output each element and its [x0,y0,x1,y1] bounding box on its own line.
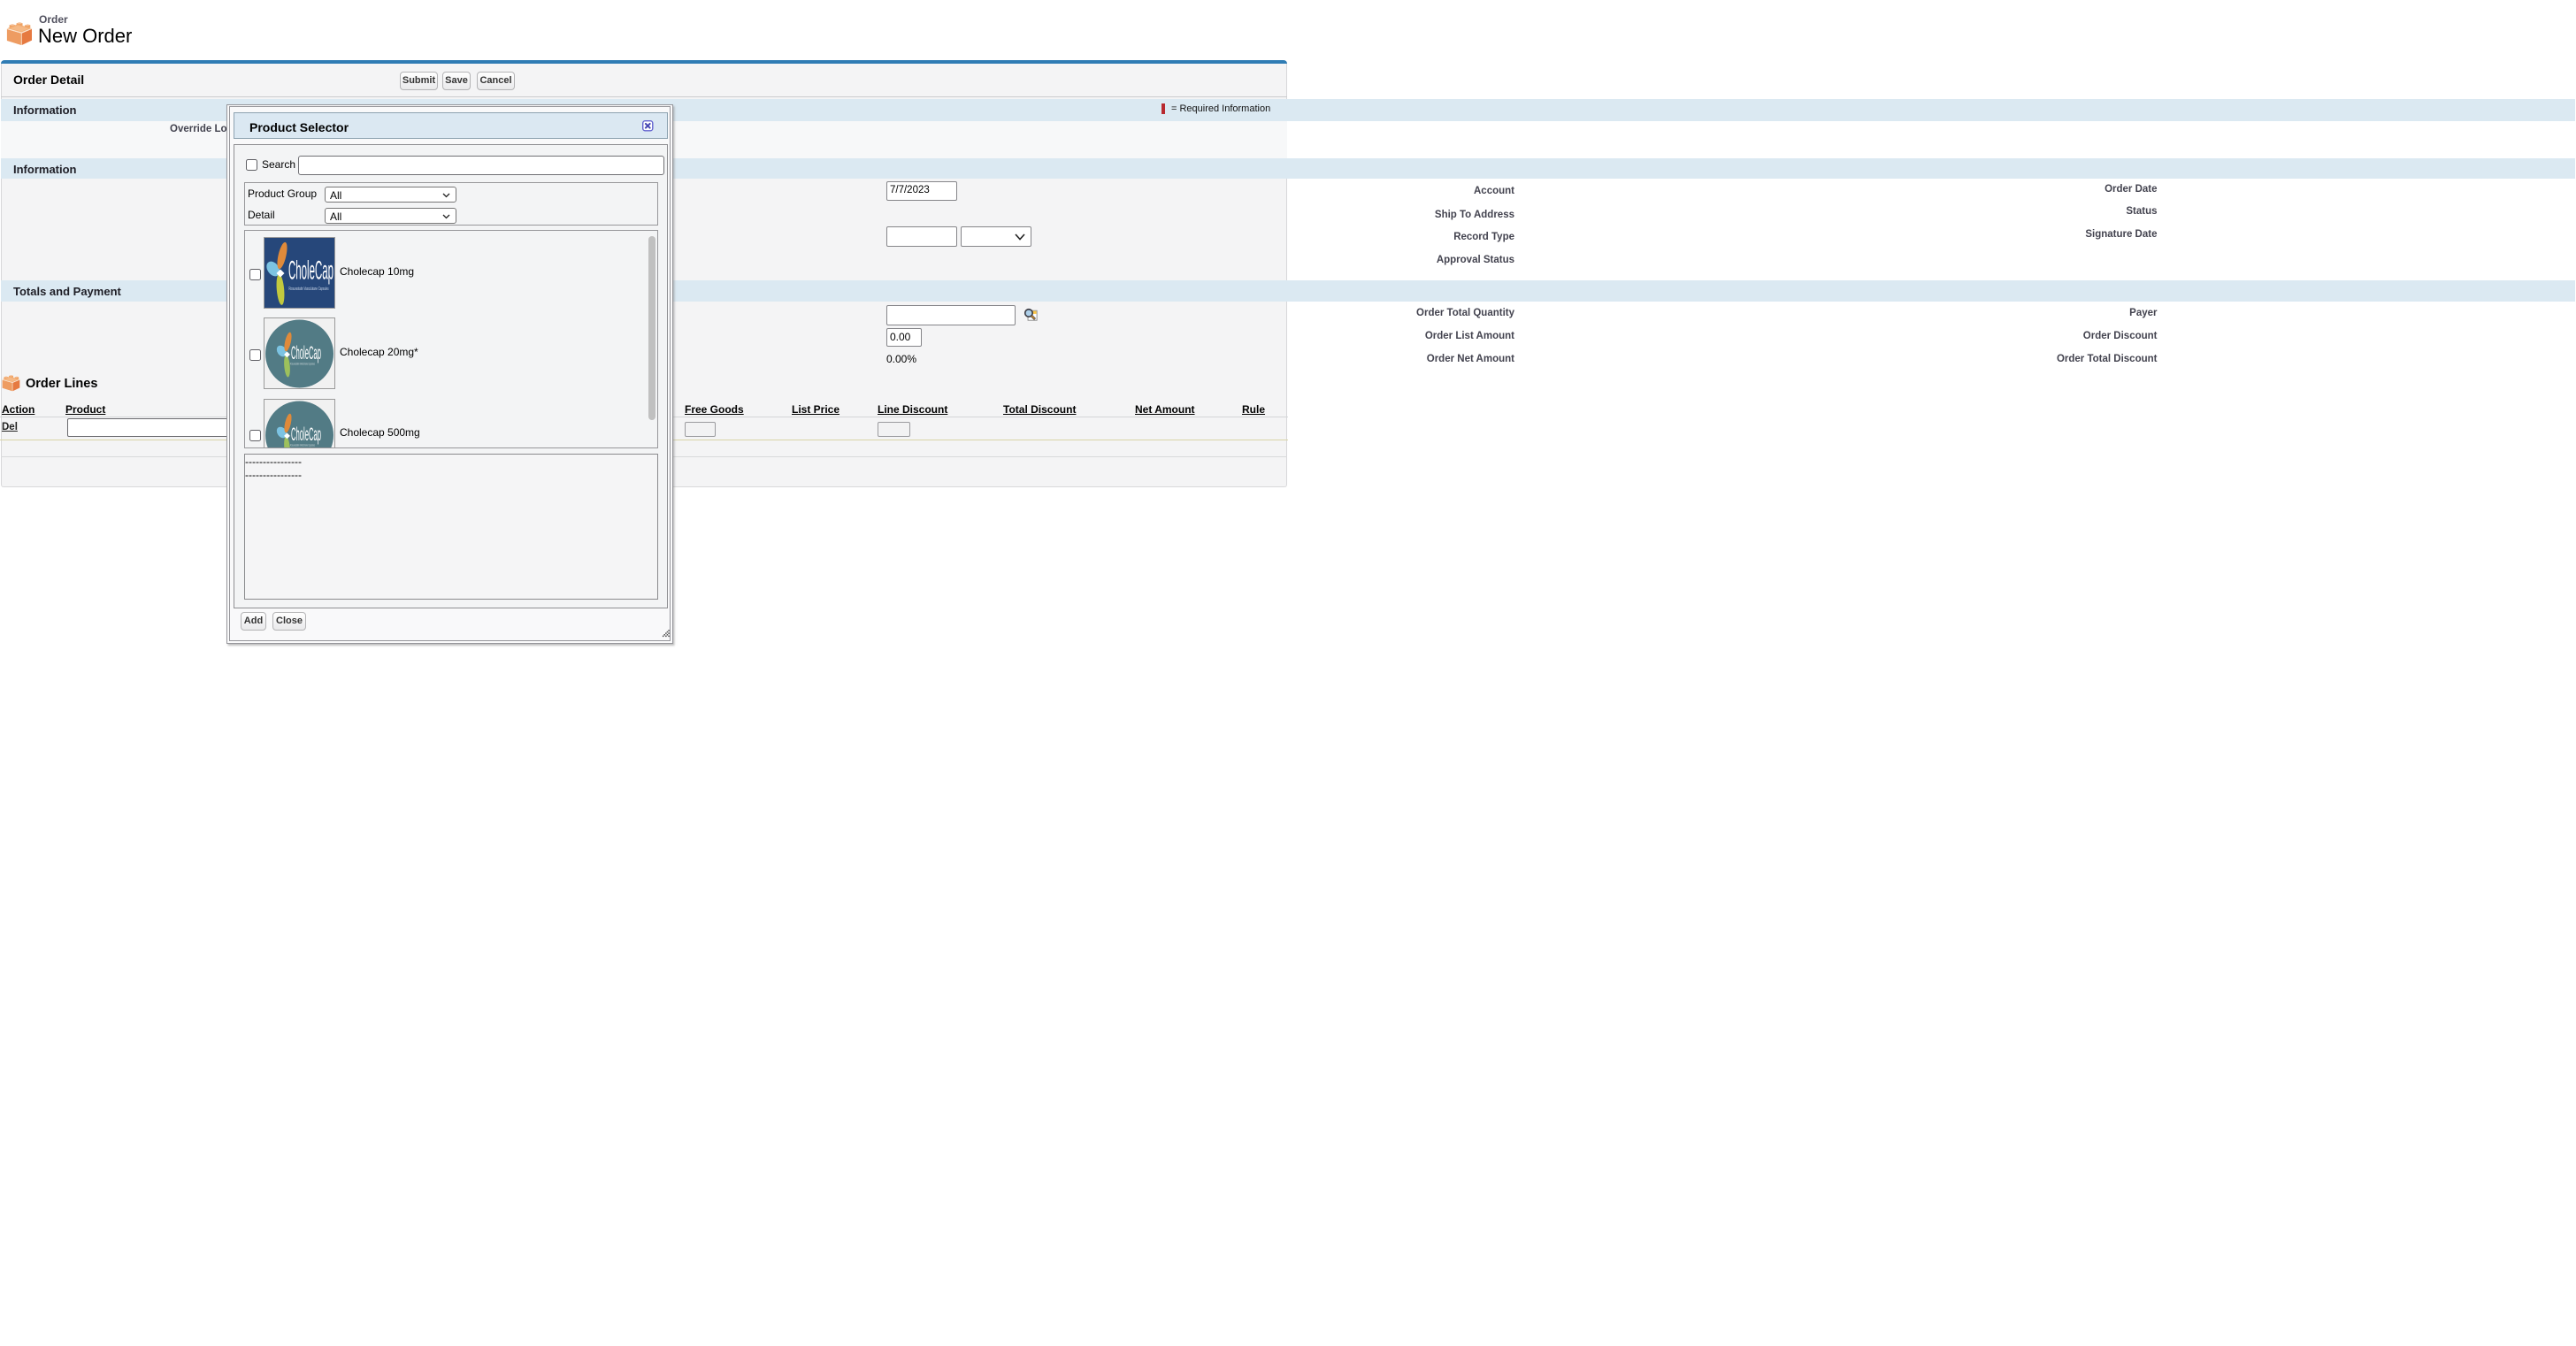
svg-text:CholeCap: CholeCap [291,343,321,363]
svg-text:CholeCap: CholeCap [288,256,334,285]
svg-text:Rosuvastatin Medicinale Capsul: Rosuvastatin Medicinale Capsules [290,363,315,366]
svg-text:Rosuvastatin Medicinale Capsul: Rosuvastatin Medicinale Capsules [290,444,315,447]
svg-text:Rosuvastatin Vasculutane Capsu: Rosuvastatin Vasculutane Capsules [289,287,329,292]
svg-text:CholeCap: CholeCap [291,424,321,445]
